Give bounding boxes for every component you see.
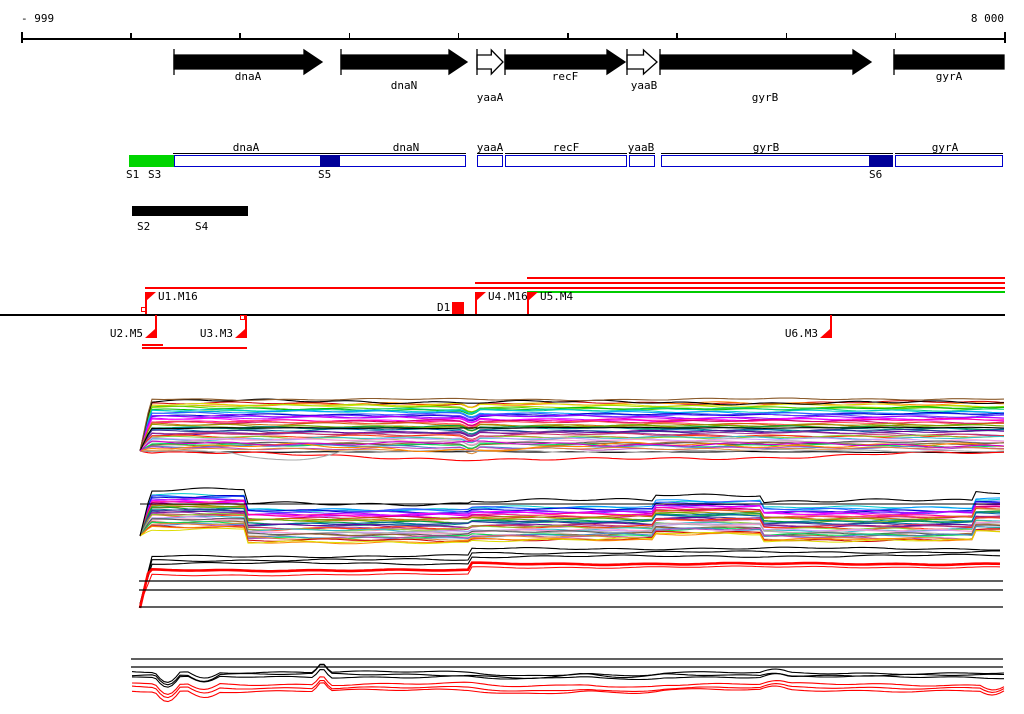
genome-browser-view: - 999 8 000 dnaA dnaN yaaA recF yaaB gyrB gyrA… [0, 0, 1024, 714]
gene-arrow-label-yaaB: yaaB [630, 79, 658, 92]
profile-band-3-line [138, 561, 1001, 609]
profile-band-4-line [131, 676, 1005, 695]
gene-arrow-label-yaaA: yaaA [476, 91, 504, 104]
gene-arrow-label-dnaN: dnaN [390, 79, 418, 92]
gene-arrow-label-gyrB: gyrB [751, 91, 779, 104]
profile-band-4-line [131, 680, 1005, 699]
gene-arrow-label-recF: recF [551, 70, 579, 83]
profile-band-3-line [139, 550, 1000, 605]
profile-plots [131, 397, 1005, 703]
profile-band-3-line [139, 553, 1001, 605]
gene-arrow-label-gyrA: gyrA [935, 70, 963, 83]
profile-band-4-line [131, 664, 1005, 686]
gene-arrow-label-dnaA: dnaA [234, 70, 262, 83]
